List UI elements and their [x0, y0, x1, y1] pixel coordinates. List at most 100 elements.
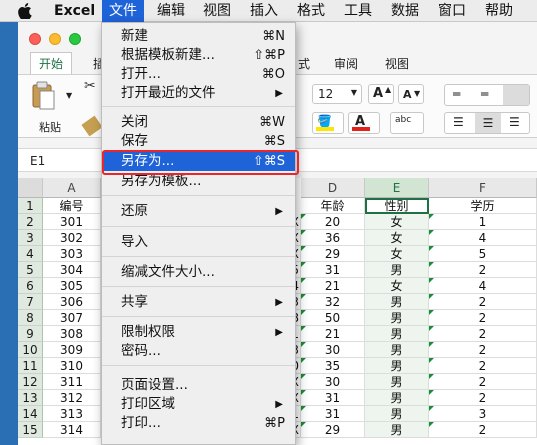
- table-cell[interactable]: 35: [301, 358, 365, 374]
- table-cell[interactable]: 303: [43, 246, 101, 262]
- column-header-d[interactable]: D: [301, 178, 365, 198]
- menu-item-save-as-template[interactable]: 另存为模板...: [102, 172, 295, 191]
- table-cell[interactable]: 50: [301, 310, 365, 326]
- table-cell[interactable]: 2: [429, 342, 537, 358]
- table-cell[interactable]: 4: [429, 230, 537, 246]
- row-header[interactable]: 7: [18, 294, 43, 310]
- tab-review[interactable]: 审阅: [334, 55, 358, 72]
- menu-item-revert[interactable]: 还原 ▶: [102, 202, 295, 221]
- table-cell[interactable]: 308: [43, 326, 101, 342]
- row-header[interactable]: 6: [18, 278, 43, 294]
- table-cell[interactable]: 29: [301, 246, 365, 262]
- row-header[interactable]: 9: [18, 326, 43, 342]
- table-cell[interactable]: 2: [429, 358, 537, 374]
- table-cell[interactable]: 21: [301, 326, 365, 342]
- apple-icon[interactable]: [18, 3, 32, 19]
- table-cell[interactable]: 男: [365, 358, 429, 374]
- table-cell[interactable]: 男: [365, 374, 429, 390]
- table-cell[interactable]: 305: [43, 278, 101, 294]
- table-cell[interactable]: 编号: [43, 198, 101, 214]
- menu-item-print-area[interactable]: 打印区域 ▶: [102, 395, 295, 414]
- table-cell[interactable]: 32: [301, 294, 365, 310]
- align-middle-icon[interactable]: ═: [481, 87, 488, 101]
- row-header[interactable]: 3: [18, 230, 43, 246]
- select-all-corner[interactable]: [18, 178, 43, 198]
- table-cell[interactable]: 36: [301, 230, 365, 246]
- menu-app-excel[interactable]: Excel: [54, 0, 95, 22]
- fill-color-button[interactable]: 🪣: [312, 112, 344, 134]
- row-header[interactable]: 14: [18, 406, 43, 422]
- menu-file[interactable]: 文件: [102, 0, 144, 22]
- table-cell[interactable]: 男: [365, 326, 429, 342]
- table-cell[interactable]: 3: [429, 406, 537, 422]
- menu-item-save[interactable]: 保存 ⌘S: [102, 132, 295, 151]
- row-header[interactable]: 15: [18, 422, 43, 438]
- menu-view[interactable]: 视图: [203, 0, 231, 22]
- zoom-window-button[interactable]: [69, 33, 81, 45]
- table-cell[interactable]: 2: [429, 262, 537, 278]
- table-cell[interactable]: 313: [43, 406, 101, 422]
- table-cell[interactable]: 304: [43, 262, 101, 278]
- menu-help[interactable]: 帮助: [485, 0, 513, 22]
- table-cell[interactable]: 310: [43, 358, 101, 374]
- align-right-icon[interactable]: ☰: [509, 115, 520, 129]
- table-cell[interactable]: 女: [365, 214, 429, 230]
- table-cell[interactable]: 311: [43, 374, 101, 390]
- table-cell[interactable]: 1: [429, 214, 537, 230]
- table-cell[interactable]: 女: [365, 246, 429, 262]
- menu-item-reduce-file-size[interactable]: 缩减文件大小...: [102, 263, 295, 282]
- row-header[interactable]: 8: [18, 310, 43, 326]
- align-center-icon[interactable]: ☰: [475, 113, 501, 133]
- table-cell[interactable]: 314: [43, 422, 101, 438]
- menu-item-print[interactable]: 打印... ⌘P: [102, 414, 295, 433]
- table-cell[interactable]: 女: [365, 230, 429, 246]
- table-cell[interactable]: 20: [301, 214, 365, 230]
- menu-item-close[interactable]: 关闭 ⌘W: [102, 113, 295, 132]
- menu-item-import[interactable]: 导入: [102, 233, 295, 252]
- row-header[interactable]: 11: [18, 358, 43, 374]
- table-cell[interactable]: 女: [365, 278, 429, 294]
- text-orientation-button[interactable]: abc: [390, 112, 424, 134]
- table-cell[interactable]: 性别: [365, 198, 429, 214]
- paste-icon[interactable]: [30, 81, 56, 111]
- grow-font-button[interactable]: A ▲: [368, 84, 394, 104]
- table-cell[interactable]: 307: [43, 310, 101, 326]
- table-cell[interactable]: 309: [43, 342, 101, 358]
- table-cell[interactable]: 2: [429, 326, 537, 342]
- tab-view[interactable]: 视图: [385, 55, 409, 72]
- row-header[interactable]: 10: [18, 342, 43, 358]
- table-cell[interactable]: 21: [301, 278, 365, 294]
- table-cell[interactable]: 2: [429, 422, 537, 438]
- menu-format[interactable]: 格式: [297, 0, 325, 22]
- table-cell[interactable]: 男: [365, 310, 429, 326]
- menu-item-share[interactable]: 共享 ▶: [102, 293, 295, 312]
- table-cell[interactable]: 2: [429, 374, 537, 390]
- menu-item-password[interactable]: 密码...: [102, 342, 295, 361]
- menu-edit[interactable]: 编辑: [157, 0, 185, 22]
- table-cell[interactable]: 29: [301, 422, 365, 438]
- table-cell[interactable]: 男: [365, 342, 429, 358]
- align-bottom-icon[interactable]: [503, 85, 529, 105]
- table-cell[interactable]: 男: [365, 390, 429, 406]
- table-cell[interactable]: 2: [429, 390, 537, 406]
- table-cell[interactable]: 4: [429, 278, 537, 294]
- table-cell[interactable]: 男: [365, 422, 429, 438]
- table-cell[interactable]: 306: [43, 294, 101, 310]
- table-cell[interactable]: 5: [429, 246, 537, 262]
- table-cell[interactable]: 2: [429, 310, 537, 326]
- table-cell[interactable]: 302: [43, 230, 101, 246]
- shrink-font-button[interactable]: A ▼: [398, 84, 424, 104]
- table-cell[interactable]: 男: [365, 406, 429, 422]
- table-cell[interactable]: 31: [301, 406, 365, 422]
- table-cell[interactable]: 学历: [429, 198, 537, 214]
- name-box[interactable]: E1: [26, 152, 94, 170]
- row-header[interactable]: 12: [18, 374, 43, 390]
- tab-home[interactable]: 开始: [30, 52, 73, 74]
- align-left-icon[interactable]: ☰: [453, 115, 464, 129]
- tab-formulas[interactable]: 式: [298, 55, 310, 72]
- column-header-f[interactable]: F: [429, 178, 537, 198]
- minimize-window-button[interactable]: [49, 33, 61, 45]
- menu-data[interactable]: 数据: [391, 0, 419, 22]
- menu-item-open-recent[interactable]: 打开最近的文件 ▶: [102, 84, 295, 103]
- format-painter-icon[interactable]: [81, 115, 103, 137]
